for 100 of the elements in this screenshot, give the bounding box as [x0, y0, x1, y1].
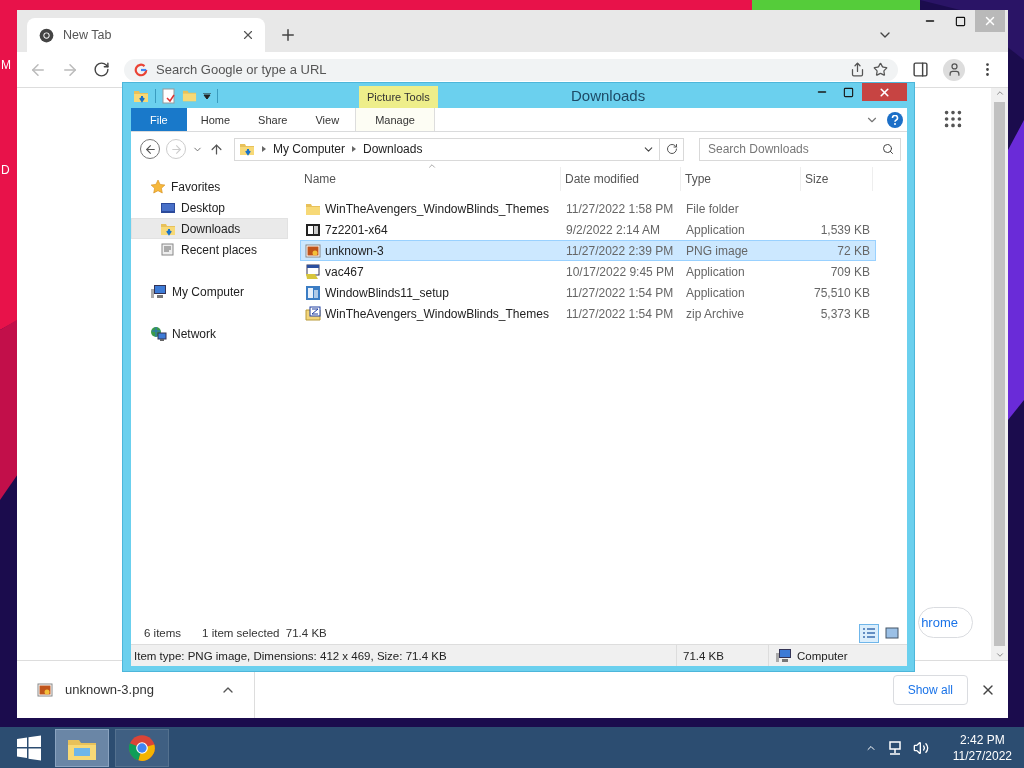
recent-places-icon [160, 241, 176, 258]
ribbon-tab[interactable]: Home [186, 108, 245, 131]
date-cell-text: 11/27/2022 1:58 PM [565, 201, 675, 216]
size-cell-text: 75,510 KB [812, 285, 871, 300]
ribbon-tab[interactable]: Manage [355, 108, 436, 131]
file-row[interactable]: 7z2201-x64 9/2/2022 2:14 AM Application 1,539 KB [300, 219, 876, 240]
image-file-icon [37, 681, 53, 698]
type-cell-text: PNG image [685, 243, 750, 258]
close-icon [878, 85, 891, 99]
search-icon[interactable] [882, 143, 894, 155]
ribbon-tab[interactable]: File [131, 108, 187, 131]
explorer-taskbar-button[interactable] [55, 728, 109, 767]
column-header[interactable]: Size [801, 167, 873, 191]
close-button[interactable] [862, 83, 907, 101]
type-cell-text: Application [685, 264, 746, 279]
customize-button[interactable]: hrome [918, 607, 973, 638]
navigation-item[interactable]: Downloads [131, 218, 288, 239]
file-row[interactable]: unknown-3 11/27/2022 2:39 PM PNG image 72 KB [300, 240, 876, 261]
item-details: Item type: PNG image, Dimensions: 412 x 469, Size: 71.4 KB [133, 649, 448, 662]
desktop-icon-label[interactable]: M [1, 58, 11, 72]
column-header[interactable]: Date modified [561, 167, 681, 191]
file-row[interactable]: vac467 10/17/2022 9:45 PM Application 709 KB [300, 261, 876, 282]
file-name: WinTheAvengers_WindowBlinds_Themes [325, 201, 549, 216]
sort-ascending-icon [427, 161, 437, 171]
desktop-icon-label[interactable]: D [1, 163, 10, 177]
type-cell-text: zip Archive [685, 306, 746, 321]
refresh-icon [665, 143, 678, 155]
type-cell-text: File folder [685, 201, 740, 216]
file-size: 71.4 KB [676, 645, 768, 666]
column-header[interactable]: Name [300, 167, 561, 191]
google-logo-icon [134, 62, 148, 77]
close-icon[interactable] [241, 28, 255, 42]
date-cell-text: 11/27/2022 1:54 PM [565, 285, 675, 300]
new-tab-icon[interactable] [279, 26, 297, 44]
star-icon[interactable] [873, 62, 888, 77]
file-name: unknown-3 [325, 243, 384, 258]
search-field[interactable]: Search Downloads [699, 137, 901, 161]
navigation-item[interactable]: Favorites [131, 176, 288, 197]
start-icon[interactable] [16, 734, 42, 761]
clock[interactable]: 2:42 PM 11/27/2022 [952, 731, 1012, 764]
downloads-folder-icon [239, 141, 255, 157]
chrome-logo-icon [128, 733, 156, 762]
file-name: 7z2201-x64 [325, 222, 388, 237]
file-row[interactable]: WinTheAvengers_WindowBlinds_Themes 11/27/2022 1:58 PM File folder [300, 198, 876, 219]
properties-icon[interactable] [162, 87, 176, 104]
date-cell-text: 9/2/2022 2:14 AM [565, 222, 662, 237]
show-all-button[interactable]: Show all [892, 674, 968, 705]
back-icon [143, 142, 157, 156]
new-folder-icon [182, 88, 197, 103]
size-cell-text: 709 KB [829, 264, 871, 279]
ribbon-tab[interactable]: View [301, 108, 354, 131]
file-row[interactable]: WindowBlinds11_setup 11/27/2022 1:54 PM Application 75,510 KB [300, 282, 876, 303]
download-name[interactable]: unknown-3.png [65, 682, 208, 697]
window-title: Downloads [571, 87, 646, 104]
size-cell-text: 72 KB [836, 243, 871, 258]
file-name: vac467 [325, 264, 364, 279]
computer-icon [150, 283, 167, 300]
type-cell-text: Application [685, 285, 746, 300]
size-cell-text: 5,373 KB [819, 306, 871, 321]
person-icon [946, 62, 962, 77]
volume-icon[interactable] [912, 739, 929, 756]
navigation-item[interactable]: Desktop [131, 197, 288, 218]
reload-icon[interactable] [93, 61, 110, 78]
date-cell-text: 11/27/2022 2:39 PM [565, 243, 675, 258]
share-icon[interactable] [850, 62, 865, 77]
network-icon [150, 325, 167, 342]
file-row[interactable]: WinTheAvengers_WindowBlinds_Themes 11/27/2022 1:54 PM zip Archive 5,373 KB [300, 303, 876, 324]
location-label: Computer [797, 649, 848, 662]
maximize-icon [843, 86, 854, 98]
application-icon [305, 221, 321, 238]
caret-icon[interactable] [203, 92, 211, 99]
application-icon [305, 263, 321, 280]
file-name: WindowBlinds11_setup [325, 285, 449, 300]
selection-info: 1 item selected 71.4 KB [202, 627, 327, 639]
application-icon [305, 284, 321, 301]
up-icon[interactable] [209, 141, 224, 157]
details-view-button[interactable] [859, 623, 879, 643]
help-button[interactable] [887, 111, 903, 128]
apps-grid-icon[interactable] [942, 108, 964, 130]
breadcrumb-item[interactable]: My Computer [273, 142, 346, 156]
thumbnail-icon [885, 627, 899, 639]
item-count: 6 items [144, 627, 182, 639]
computer-icon [775, 647, 792, 664]
browser-tab[interactable]: New Tab [27, 18, 265, 52]
side-panel-icon[interactable] [912, 61, 929, 78]
navigation-item[interactable]: My Computer [131, 281, 288, 302]
network-icon[interactable] [886, 739, 903, 756]
chrome-logo-icon [39, 27, 54, 43]
navigation-item[interactable]: Network [131, 323, 288, 344]
date-cell-text: 11/27/2022 1:54 PM [565, 306, 675, 321]
chrome-taskbar-button[interactable] [115, 728, 169, 767]
column-header[interactable]: Type [681, 167, 801, 191]
address-field[interactable]: Search Google or type a URL [124, 58, 898, 81]
type-cell-text: Application [685, 222, 746, 237]
profile-avatar[interactable] [943, 58, 965, 81]
address-bar[interactable]: My Computer Downloads [234, 137, 684, 161]
ribbon-tab[interactable]: Share [244, 108, 302, 131]
navigation-item[interactable]: Recent places [131, 239, 288, 260]
size-cell-text: 1,539 KB [819, 222, 871, 237]
breadcrumb-item[interactable]: Downloads [363, 142, 423, 156]
